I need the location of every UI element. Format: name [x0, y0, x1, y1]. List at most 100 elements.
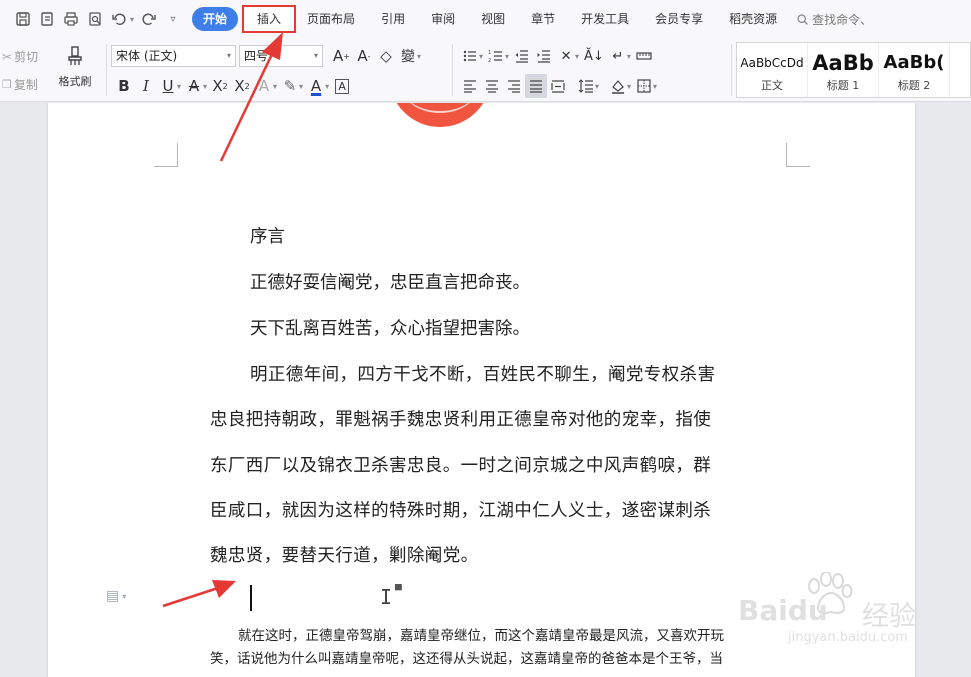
style-name: 标题 1 — [826, 79, 860, 92]
tab-home[interactable]: 开始 — [192, 7, 239, 31]
tab-member[interactable]: 会员专享 — [642, 7, 716, 31]
style-heading-2[interactable]: AaBb( 标题 2 — [879, 43, 950, 97]
clear-format-icon[interactable]: ◇ — [375, 44, 397, 68]
paragraph-line: 明正德年间，四方干戈不断，百姓民不聊生，阉党专权杀害 — [250, 365, 716, 385]
undo-dropdown-icon[interactable]: ▾ — [130, 15, 134, 24]
align-left-icon[interactable] — [459, 74, 481, 98]
font-size-select[interactable]: 四号 ▾ — [239, 45, 323, 67]
chevron-down-icon[interactable]: ▾ — [575, 52, 579, 61]
document-icon: ▤ — [106, 588, 120, 604]
command-search[interactable]: 查找命令、 — [796, 11, 872, 28]
copy-label: 复制 — [13, 78, 38, 92]
align-right-icon[interactable] — [503, 74, 525, 98]
superscript-icon[interactable]: X2 — [209, 74, 231, 98]
chevron-down-icon[interactable]: ▾ — [479, 52, 483, 61]
justify-icon[interactable] — [525, 74, 547, 98]
font-name-select[interactable]: 宋体 (正文) ▾ — [111, 45, 236, 67]
print-preview-icon[interactable] — [86, 10, 104, 28]
clipboard-group: ✂ 剪切 ❐ 复制 格式刷 — [0, 42, 106, 98]
bold-icon[interactable]: B — [113, 74, 135, 98]
redo-icon[interactable] — [140, 10, 158, 28]
style-heading-1[interactable]: AaBb 标题 1 — [808, 43, 879, 97]
text-effect-icon[interactable]: A — [253, 74, 275, 98]
paragraph-line: 笑，话说他为什么叫嘉靖皇帝呢，这还得从头说起，这嘉靖皇帝的爸爸本是个王爷，当 — [210, 651, 723, 667]
chevron-down-icon[interactable]: ▾ — [325, 82, 329, 91]
paragraph-tools-row2: ▾ ▾ ▾ — [459, 74, 659, 98]
numbered-list-icon[interactable]: 12 — [485, 44, 507, 68]
print-icon[interactable] — [62, 10, 80, 28]
paragraph-tools-row1: ▾ 12 ▾ ✕ ▾ Ă↓ ↵ ▾ — [459, 44, 655, 68]
style-heading-3[interactable]: Aa — [950, 43, 970, 97]
bullet-list-icon[interactable] — [459, 44, 481, 68]
styles-gallery: AaBbCcDd 正文 AaBb 标题 1 AaBb( 标题 2 Aa — [736, 42, 971, 98]
tab-references[interactable]: 引用 — [368, 7, 418, 31]
char-border-icon[interactable]: A — [331, 74, 353, 98]
customize-icon[interactable]: ▿ — [164, 10, 182, 28]
document-page[interactable]: 序言 正德好耍信阉党，忠臣直言把命丧。 天下乱离百姓苦，众心指望把害除。 明正德… — [48, 103, 915, 677]
phonetic-guide-icon[interactable]: 變 — [397, 44, 419, 68]
style-preview: Aa — [950, 49, 970, 77]
tab-view[interactable]: 视图 — [468, 7, 518, 31]
tab-docer-resources[interactable]: 稻壳资源 — [716, 7, 790, 31]
undo-icon[interactable] — [110, 10, 128, 28]
quick-access-toolbar: ▾ ▿ — [0, 10, 182, 28]
verse-line: 正德好耍信阉党，忠臣直言把命丧。 — [250, 273, 530, 293]
text-cursor — [250, 585, 252, 611]
subscript-icon[interactable]: X2 — [231, 74, 253, 98]
chevron-down-icon[interactable]: ▾ — [203, 82, 207, 91]
style-preview: AaBb — [812, 51, 874, 75]
chevron-down-icon[interactable]: ▾ — [595, 82, 599, 91]
logo-image — [389, 103, 491, 127]
font-tools-row1: A + A- ◇ 變 ▾ — [330, 44, 423, 68]
sort-icon[interactable]: Ă↓ — [581, 44, 607, 68]
heading-preface: 序言 — [250, 227, 285, 247]
distributed-align-icon[interactable] — [547, 74, 569, 98]
ruler-icon[interactable] — [633, 44, 655, 68]
cut-button[interactable]: ✂ 剪切 — [2, 48, 38, 65]
tab-page-layout[interactable]: 页面布局 — [294, 7, 368, 31]
paragraph-line: 东厂西厂以及锦衣卫杀害忠良。一时之间京城之中风声鹤唳，群 — [210, 456, 712, 476]
tab-developer[interactable]: 开发工具 — [568, 7, 642, 31]
shrink-font-icon[interactable]: A- — [353, 44, 375, 68]
decrease-indent-icon[interactable] — [511, 44, 533, 68]
align-center-icon[interactable] — [481, 74, 503, 98]
line-spacing-icon[interactable] — [575, 74, 597, 98]
tab-review[interactable]: 审阅 — [418, 7, 468, 31]
font-tools-row2: B I U ▾ A ▾ X2 X2 A ▾ ✎ ▾ A ▾ A — [113, 74, 353, 98]
chevron-down-icon[interactable]: ▾ — [273, 82, 277, 91]
format-painter-button[interactable]: 格式刷 — [50, 44, 100, 89]
font-color-icon[interactable]: A — [305, 74, 327, 98]
scissors-icon: ✂ — [2, 49, 13, 64]
chevron-down-icon[interactable]: ▾ — [299, 82, 303, 91]
highlight-icon[interactable]: ✎ — [279, 74, 301, 98]
chevron-down-icon[interactable]: ▾ — [627, 82, 631, 91]
shading-icon[interactable] — [607, 74, 629, 98]
tab-insert[interactable]: 插入 — [242, 5, 297, 33]
italic-icon[interactable]: I — [135, 74, 157, 98]
style-preview: AaBbCcDd — [740, 56, 804, 70]
ribbon-divider — [106, 44, 107, 96]
ribbon-toolbar: ✂ 剪切 ❐ 复制 格式刷 宋体 (正文) ▾ 四号 ▾ A + A- ◇ 變 ▾… — [0, 38, 971, 102]
paragraph-handle[interactable]: ▤ ▾ — [106, 588, 126, 604]
strikethrough-icon[interactable]: A — [183, 74, 205, 98]
font-size-value: 四号 — [244, 49, 269, 63]
chevron-down-icon[interactable]: ▾ — [627, 52, 631, 61]
copy-button[interactable]: ❐ 复制 — [2, 76, 38, 93]
tab-chapter[interactable]: 章节 — [518, 7, 568, 31]
chevron-down-icon[interactable]: ▾ — [417, 52, 421, 61]
chevron-down-icon[interactable]: ▾ — [653, 82, 657, 91]
chinese-layout-icon[interactable]: ✕ — [555, 44, 577, 68]
grow-font-icon[interactable]: A + — [330, 44, 353, 68]
svg-text:2: 2 — [488, 58, 491, 64]
copy-icon: ❐ — [2, 78, 12, 91]
chevron-down-icon[interactable]: ▾ — [505, 52, 509, 61]
underline-icon[interactable]: U — [157, 74, 179, 98]
show-marks-icon[interactable]: ↵ — [607, 44, 629, 68]
increase-indent-icon[interactable] — [533, 44, 555, 68]
chevron-down-icon[interactable]: ▾ — [177, 82, 181, 91]
export-pdf-icon[interactable] — [38, 10, 56, 28]
style-normal[interactable]: AaBbCcDd 正文 — [737, 43, 808, 97]
save-icon[interactable] — [14, 10, 32, 28]
format-painter-label: 格式刷 — [58, 75, 92, 88]
borders-icon[interactable] — [633, 74, 655, 98]
